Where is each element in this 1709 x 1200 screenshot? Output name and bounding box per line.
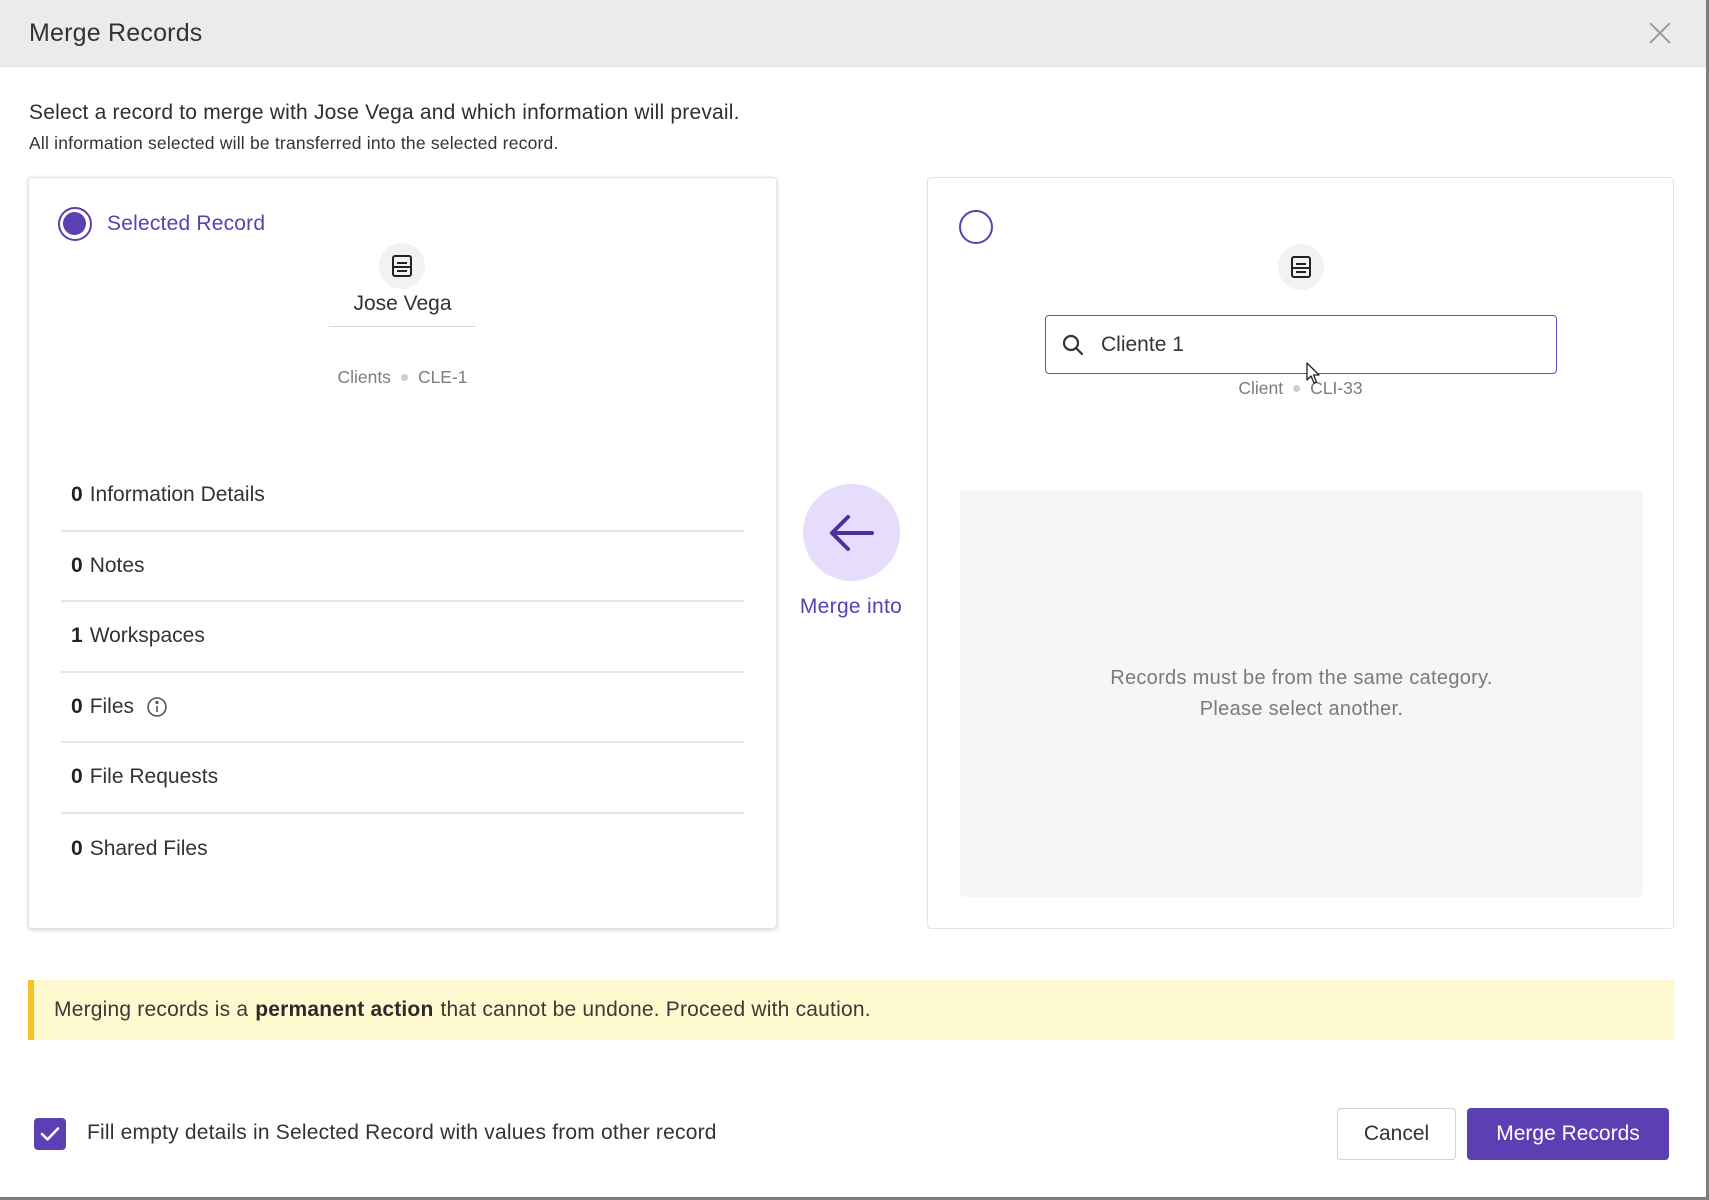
merge-records-dialog: Merge Records Select a record to merge w… [0,0,1706,1197]
intro-sub-text: All information selected will be transfe… [29,133,559,153]
record-name: Jose Vega [353,292,452,315]
record-id: CLE-1 [417,367,468,387]
count-label: Files [89,694,135,718]
warning-prefix: Merging records is a [54,998,249,1021]
count-label: File Requests [89,765,219,789]
selected-record-label: Selected Record [107,212,266,235]
fill-empty-details-checkbox[interactable] [34,1118,66,1150]
record-search-input[interactable] [1101,332,1521,357]
count-row-notes: 0 Notes [61,532,744,602]
target-record-radio[interactable] [959,210,993,244]
intro-main-text: Select a record to merge with Jose Vega … [29,101,740,124]
arrow-left-icon [829,514,874,551]
count-number: 0 [71,694,83,718]
record-search-box[interactable] [1045,315,1557,374]
meta-separator-dot [400,373,408,381]
checkmark-icon [40,1127,60,1141]
record-category: Clients [337,367,391,387]
search-icon [1062,334,1084,355]
selected-record-radio[interactable] [58,207,92,241]
cancel-button[interactable]: Cancel [1337,1108,1456,1160]
empty-state-line-1: Records must be from the same category. [1110,666,1493,689]
count-row-shared-files: 0 Shared Files [61,814,744,885]
record-category: Client [1238,378,1284,398]
close-icon[interactable] [1644,17,1676,49]
record-icon [1278,244,1324,290]
count-label: Notes [89,553,145,577]
warning-bold: permanent action [255,998,434,1021]
selected-record-panel: Selected Record Jose Vega Clients CLE-1 0… [28,177,777,929]
count-number: 0 [71,765,83,789]
record-counts-list: 0 Information Details 0 Notes 1 Workspac… [61,461,744,884]
count-number: 0 [71,836,83,860]
name-divider [329,326,475,327]
record-icon [379,243,425,289]
dialog-header: Merge Records [0,0,1706,67]
count-row-files: 0 Files [61,673,744,743]
fill-empty-details-label: Fill empty details in Selected Record wi… [87,1121,717,1144]
merge-into-button[interactable] [803,484,900,581]
count-number: 1 [71,624,83,648]
merge-records-button[interactable]: Merge Records [1467,1108,1669,1160]
target-record-panel: ClientCLI-33 Records must be from the sa… [927,177,1674,929]
permanent-action-warning: Merging records is a permanent action th… [28,980,1674,1040]
record-meta: Client CLI-33 [928,378,1673,399]
count-row-workspaces: 1 Workspaces [61,602,744,673]
count-number: 0 [71,483,83,507]
count-row-information-details: 0 Information Details [61,461,744,532]
count-label: Information Details [89,483,265,507]
mouse-cursor-icon [1306,362,1320,384]
info-icon[interactable] [146,696,168,718]
empty-state: Records must be from the same category. … [960,490,1643,897]
empty-state-line-2: Please select another. [1199,697,1404,720]
count-row-file-requests: 0 File Requests [61,743,744,814]
warning-suffix: that cannot be undone. Proceed with caut… [440,998,871,1021]
count-label: Shared Files [89,836,208,860]
meta-separator-dot [1293,384,1301,392]
count-number: 0 [71,553,83,577]
count-label: Workspaces [89,624,205,648]
dialog-title: Merge Records [29,18,203,47]
record-meta: Clients CLE-1 [29,367,776,388]
intro-text: Select a record to merge with Jose Vega … [29,101,740,154]
merge-into-label: Merge into [799,595,903,618]
